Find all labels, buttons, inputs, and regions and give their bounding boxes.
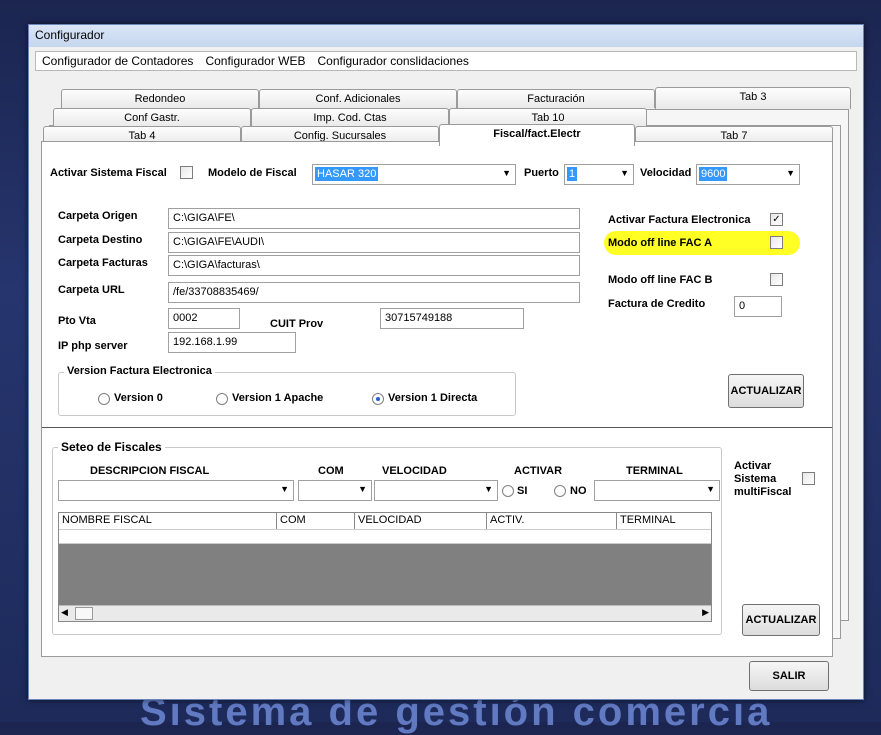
carpeta-origen-input[interactable]: C:\GIGA\FE\ (168, 208, 580, 229)
grid-new-row[interactable] (59, 529, 711, 544)
activar-sistema-fiscal-label: Activar Sistema Fiscal (50, 167, 167, 179)
chevron-down-icon: ▼ (280, 484, 289, 494)
activar-no-radio[interactable] (554, 485, 566, 497)
actualizar-fiscales-button[interactable]: ACTUALIZAR (742, 604, 820, 636)
terminal-select[interactable]: ▼ (594, 480, 720, 501)
puerto-label: Puerto (524, 167, 559, 179)
tab-redondeo[interactable]: Redondeo (61, 89, 259, 108)
modo-offline-fac-b-label: Modo off line FAC B (608, 274, 713, 286)
multifiscal-label-line1: Activar (734, 460, 772, 472)
activar-header: ACTIVAR (514, 465, 563, 477)
descripcion-fiscal-header: DESCRIPCION FISCAL (90, 465, 210, 477)
activar-no-label: NO (570, 485, 587, 497)
version-1-apache-radio[interactable] (216, 393, 228, 405)
chevron-down-icon: ▼ (786, 168, 795, 178)
grid-col-com[interactable]: COM (277, 513, 355, 529)
chevron-down-icon: ▼ (502, 168, 511, 178)
menu-bar: Configurador de Contadores Configurador … (35, 51, 857, 71)
actualizar-fe-button[interactable]: ACTUALIZAR (728, 374, 804, 408)
chevron-down-icon: ▼ (484, 484, 493, 494)
chevron-down-icon: ▼ (620, 168, 629, 178)
menu-configurador-web[interactable]: Configurador WEB (199, 54, 311, 68)
velocidad-value: 9600 (699, 167, 728, 181)
velocidad-label: Velocidad (640, 167, 692, 179)
version-0-label: Version 0 (114, 392, 163, 404)
activar-si-label: SI (517, 485, 528, 497)
fiscales-grid[interactable]: NOMBRE FISCAL COM VELOCIDAD ACTIV. TERMI… (58, 512, 712, 622)
modelo-fiscal-label: Modelo de Fiscal (208, 167, 297, 179)
scroll-right-icon[interactable]: ▶ (702, 607, 709, 618)
modo-offline-fac-a-label: Modo off line FAC A (608, 237, 713, 249)
tab-fiscal-fact-electr[interactable]: Fiscal/fact.Electr (439, 124, 635, 146)
factura-credito-input[interactable]: 0 (734, 296, 782, 317)
window-title: Configurador (29, 25, 863, 47)
version-1-directa-radio[interactable] (372, 393, 384, 405)
grid-horizontal-scrollbar[interactable]: ◀ ▶ (59, 605, 711, 621)
version-group-title: Version Factura Electronica (64, 365, 215, 377)
grid-col-terminal[interactable]: TERMINAL (617, 513, 711, 529)
section-divider (42, 427, 832, 428)
puerto-select[interactable]: 1 ▼ (564, 164, 634, 185)
cuit-prov-input[interactable]: 30715749188 (380, 308, 524, 329)
grid-col-velocidad[interactable]: VELOCIDAD (355, 513, 487, 529)
activar-fe-label: Activar Factura Electronica (608, 214, 751, 226)
seteo-fiscales-title: Seteo de Fiscales (58, 440, 165, 454)
configurador-window: Configurador Configurador de Contadores … (28, 24, 864, 700)
velocidad-select[interactable]: 9600 ▼ (696, 164, 800, 185)
carpeta-origen-label: Carpeta Origen (58, 210, 138, 222)
grid-col-nombre-fiscal[interactable]: NOMBRE FISCAL (59, 513, 277, 529)
menu-configurador-consolidaciones[interactable]: Configurador conslidaciones (311, 54, 474, 68)
velocidad-header: VELOCIDAD (382, 465, 447, 477)
grid-empty-area (59, 544, 711, 605)
tab-imp-cod-ctas[interactable]: Imp. Cod. Ctas (251, 108, 449, 127)
version-0-radio[interactable] (98, 393, 110, 405)
salir-button[interactable]: SALIR (749, 661, 829, 691)
ip-php-server-input[interactable]: 192.168.1.99 (168, 332, 296, 353)
multifiscal-checkbox[interactable] (802, 472, 815, 485)
carpeta-destino-input[interactable]: C:\GIGA\FE\AUDI\ (168, 232, 580, 253)
multifiscal-label-line3: multiFiscal (734, 486, 792, 498)
activar-si-radio[interactable] (502, 485, 514, 497)
modelo-fiscal-value: HASAR 320 (315, 167, 379, 181)
scroll-left-icon[interactable]: ◀ (61, 607, 68, 618)
tab-facturacion[interactable]: Facturación (457, 89, 655, 108)
version-1-directa-label: Version 1 Directa (388, 392, 478, 404)
activar-sistema-fiscal-checkbox[interactable] (180, 166, 193, 179)
carpeta-url-input[interactable]: /fe/33708835469/ (168, 282, 580, 303)
chevron-down-icon: ▼ (358, 484, 367, 494)
carpeta-url-label: Carpeta URL (58, 284, 125, 296)
factura-credito-label: Factura de Credito (608, 298, 706, 310)
modo-offline-fac-b-checkbox[interactable] (770, 273, 783, 286)
tab-3[interactable]: Tab 3 (655, 87, 851, 109)
terminal-header: TERMINAL (626, 465, 683, 477)
descripcion-fiscal-select[interactable]: ▼ (58, 480, 294, 501)
grid-col-activ[interactable]: ACTIV. (487, 513, 617, 529)
menu-configurador-contadores[interactable]: Configurador de Contadores (36, 54, 199, 68)
version-1-apache-label: Version 1 Apache (232, 392, 324, 404)
ip-php-server-label: IP php server (58, 340, 128, 352)
cuit-prov-label: CUIT Prov (270, 318, 324, 330)
tab-conf-adicionales[interactable]: Conf. Adicionales (259, 89, 457, 108)
puerto-value: 1 (567, 167, 578, 181)
multifiscal-label-line2: Sistema (734, 473, 777, 485)
activar-fe-checkbox[interactable]: ✓ (770, 213, 783, 226)
carpeta-facturas-label: Carpeta Facturas (58, 257, 148, 269)
modelo-fiscal-select[interactable]: HASAR 320 ▼ (312, 164, 516, 185)
carpeta-destino-label: Carpeta Destino (58, 234, 143, 246)
com-select[interactable]: ▼ (298, 480, 372, 501)
pto-vta-input[interactable]: 0002 (168, 308, 240, 329)
tab-conf-gastr[interactable]: Conf Gastr. (53, 108, 251, 127)
pto-vta-label: Pto Vta (58, 315, 96, 327)
scroll-thumb[interactable] (75, 607, 93, 620)
modo-offline-fac-a-checkbox[interactable] (770, 236, 783, 249)
fiscal-tab-panel: Activar Sistema Fiscal Modelo de Fiscal … (41, 141, 833, 657)
velocidad-fiscal-select[interactable]: ▼ (374, 480, 498, 501)
chevron-down-icon: ▼ (706, 484, 715, 494)
com-header: COM (318, 465, 344, 477)
carpeta-facturas-input[interactable]: C:\GIGA\facturas\ (168, 255, 580, 276)
